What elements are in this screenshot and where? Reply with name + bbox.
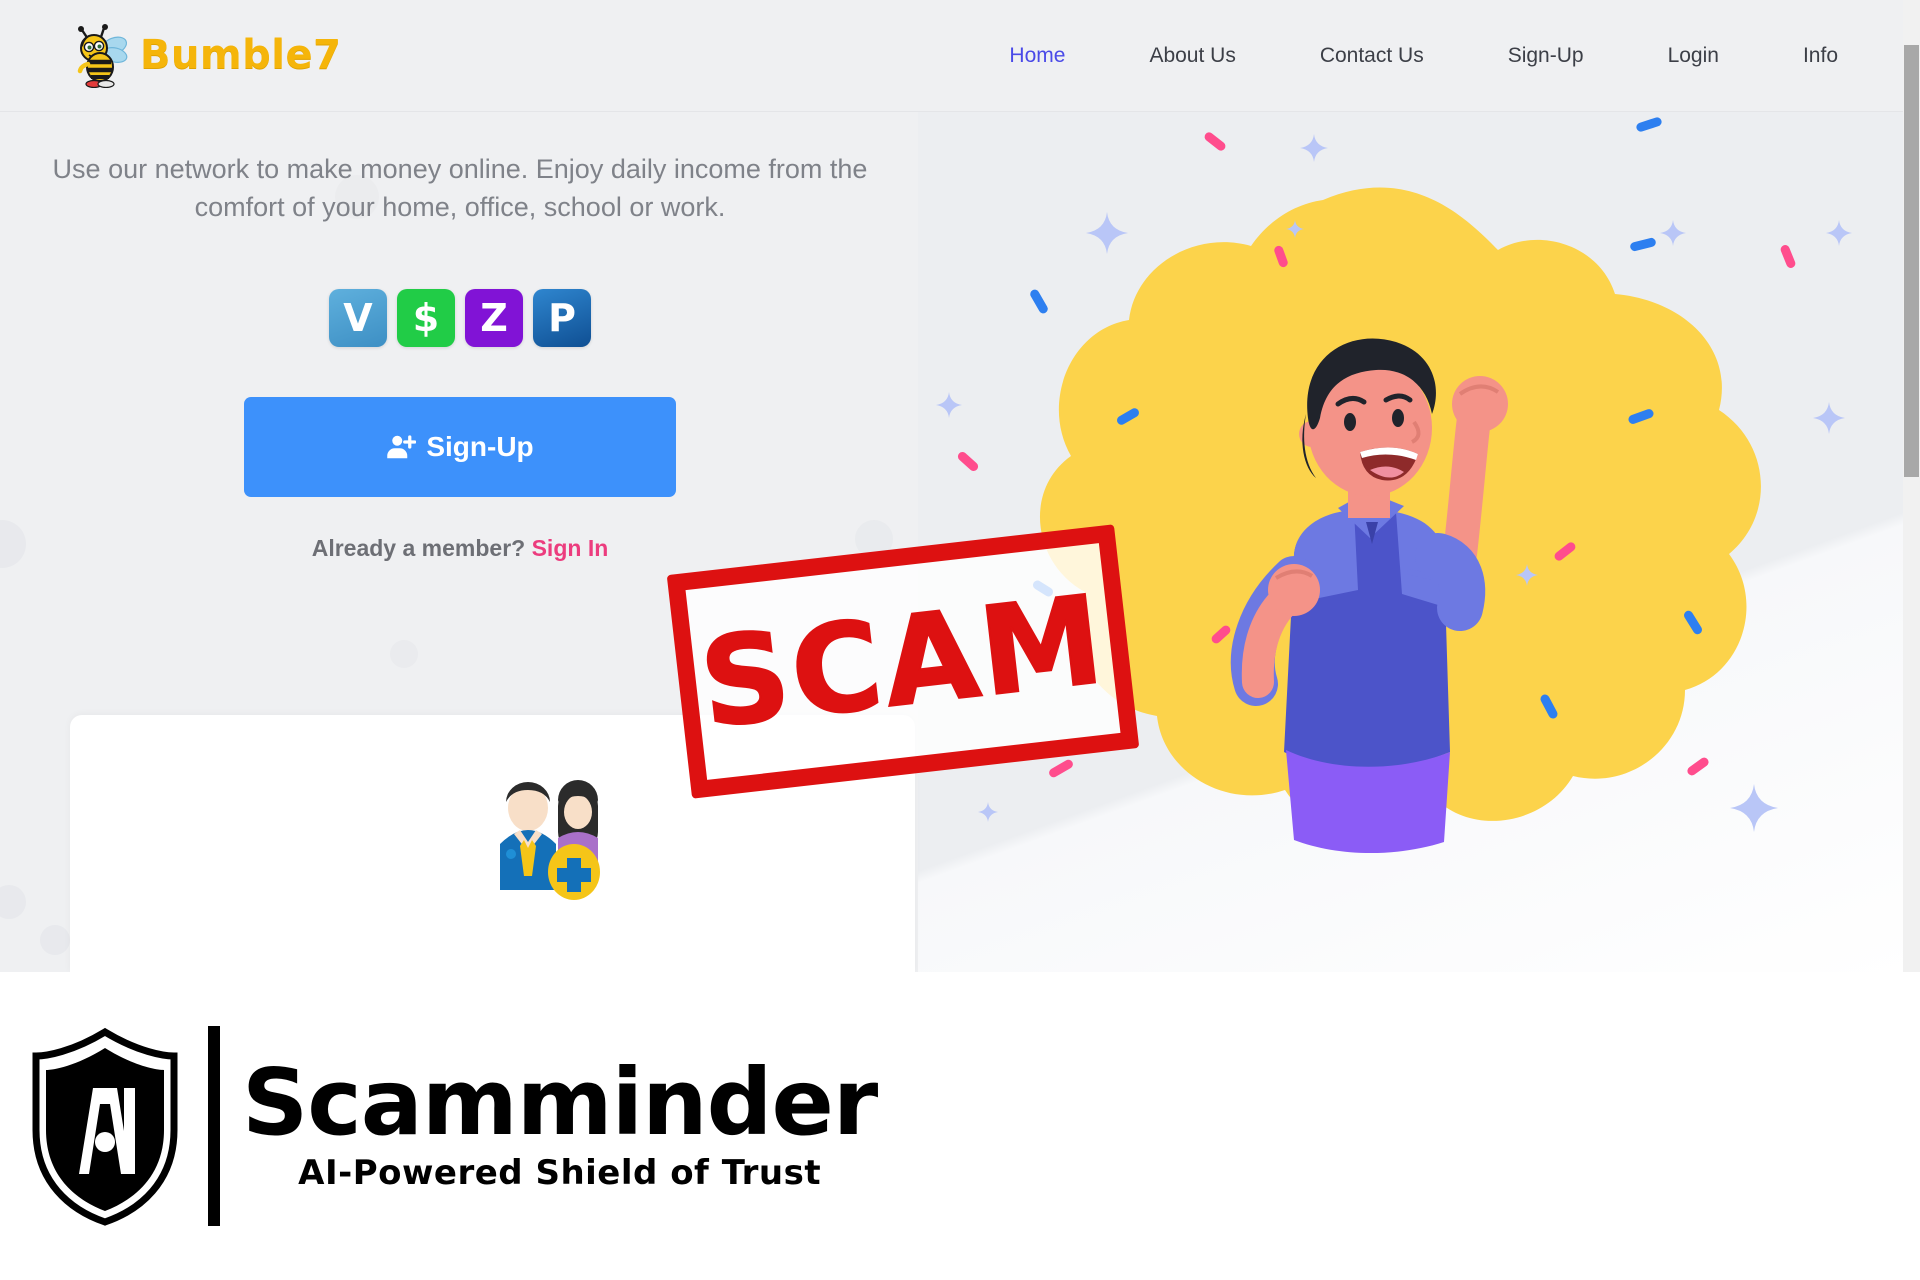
paypal-glyph: P — [548, 295, 576, 340]
zelle-glyph: Z — [480, 295, 508, 340]
ai-shield-icon — [32, 1027, 178, 1226]
member-prompt: Already a member? Sign In — [0, 535, 920, 562]
hero-subtitle: Use our network to make money online. En… — [52, 154, 868, 223]
brand-name: Bumble7 — [140, 32, 342, 78]
decorative-circle — [390, 640, 418, 668]
scamminder-wordmark: Scamminder AI-Powered Shield of Trust — [242, 1049, 878, 1193]
scamminder-footer: Scamminder AI-Powered Shield of Trust — [0, 972, 1920, 1280]
website-screenshot: Bumble7 Home About Us Contact Us Sign-Up… — [0, 0, 1920, 972]
scamminder-name: Scamminder — [242, 1049, 878, 1157]
brand-logo[interactable]: Bumble7 — [70, 22, 342, 89]
signup-button[interactable]: Sign-Up — [244, 396, 676, 497]
nav-item-contact-us[interactable]: Contact Us — [1278, 44, 1466, 68]
nav-item-about-us[interactable]: About Us — [1107, 44, 1277, 68]
user-plus-icon — [387, 435, 417, 458]
sparkle-icon — [1813, 402, 1845, 434]
main-navigation: Home About Us Contact Us Sign-Up Login I… — [967, 0, 1880, 112]
signin-link[interactable]: Sign In — [532, 535, 609, 561]
zelle-icon[interactable]: Z — [465, 288, 523, 347]
decorative-circle — [0, 885, 26, 919]
confetti-dash — [1635, 116, 1663, 133]
confetti-dash — [1202, 130, 1228, 153]
sparkle-icon — [936, 392, 962, 418]
logo-divider-bar — [208, 1026, 220, 1226]
sparkle-icon — [1826, 220, 1852, 246]
sparkle-icon — [1286, 220, 1304, 238]
paypal-icon[interactable]: P — [533, 288, 591, 347]
scamminder-tagline: AI-Powered Shield of Trust — [298, 1152, 822, 1193]
sparkle-icon — [1730, 784, 1778, 832]
venmo-glyph: V — [343, 295, 373, 340]
nav-item-sign-up[interactable]: Sign-Up — [1466, 44, 1626, 68]
scamminder-logo: Scamminder AI-Powered Shield of Trust — [30, 1026, 878, 1226]
nav-item-home[interactable]: Home — [967, 44, 1107, 68]
member-prompt-text: Already a member? — [311, 534, 526, 561]
signup-button-label: Sign-Up — [426, 430, 534, 462]
sparkle-icon — [1660, 220, 1686, 246]
nav-item-login[interactable]: Login — [1626, 44, 1761, 68]
confetti-dash — [956, 450, 980, 473]
page-root: Bumble7 Home About Us Contact Us Sign-Up… — [0, 0, 1920, 1280]
cash-app-icon[interactable]: $ — [397, 288, 455, 347]
venmo-icon[interactable]: V — [329, 288, 387, 347]
add-people-icon — [500, 780, 600, 900]
sparkle-icon — [1516, 564, 1538, 586]
scrollbar-thumb[interactable] — [1904, 45, 1919, 477]
decorative-circle — [40, 925, 70, 955]
payment-methods: V $ Z P — [0, 288, 920, 347]
nav-item-info[interactable]: Info — [1761, 44, 1880, 68]
bee-icon — [70, 22, 132, 89]
cash-app-glyph: $ — [412, 295, 440, 340]
sparkle-icon — [1300, 134, 1328, 162]
hero-content: Use our network to make money online. En… — [0, 150, 920, 562]
scrollbar-track[interactable] — [1903, 0, 1920, 972]
sparkle-icon — [978, 802, 998, 822]
sparkle-icon — [1086, 212, 1128, 254]
site-header: Bumble7 Home About Us Contact Us Sign-Up… — [0, 0, 1920, 112]
